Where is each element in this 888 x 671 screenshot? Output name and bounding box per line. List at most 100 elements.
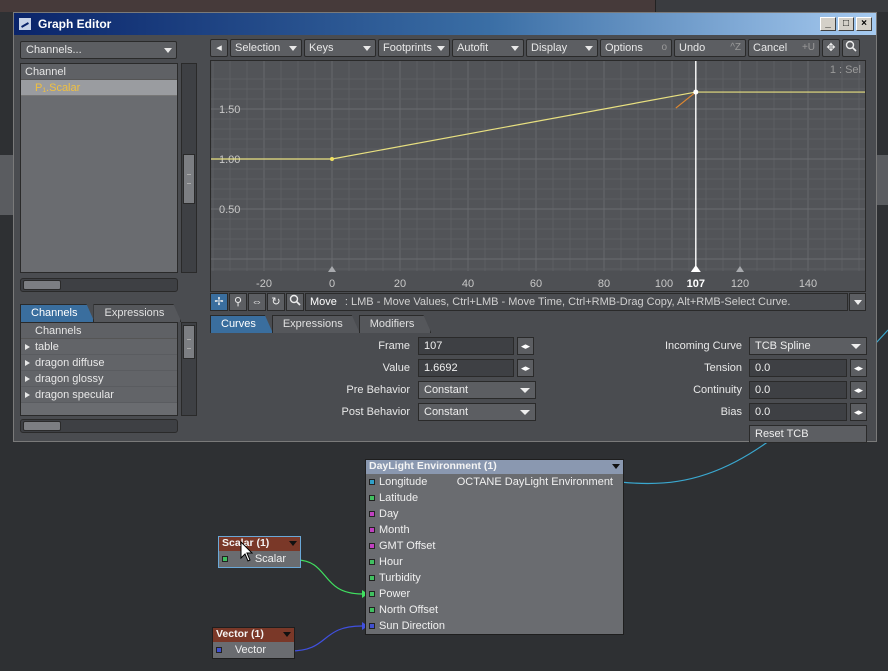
channel-list-vscroll[interactable] xyxy=(181,63,197,273)
channel-tree-vscroll[interactable] xyxy=(181,322,197,416)
value-field[interactable]: 1.6692 xyxy=(418,359,514,377)
node-input-row[interactable]: Month xyxy=(366,522,623,538)
input-port[interactable] xyxy=(369,495,375,501)
selection-menu[interactable]: Selection xyxy=(230,39,302,57)
scroll-thumb[interactable] xyxy=(23,280,61,290)
tree-item[interactable]: dragon diffuse xyxy=(21,355,177,371)
output-port[interactable] xyxy=(216,647,222,653)
input-port[interactable] xyxy=(369,623,375,629)
tree-item[interactable]: dragon glossy xyxy=(21,371,177,387)
chevron-down-icon[interactable] xyxy=(283,632,291,637)
bias-stepper[interactable]: ◂▸ xyxy=(850,403,867,421)
input-port[interactable] xyxy=(369,511,375,517)
tab-expressions[interactable]: Expressions xyxy=(93,304,181,322)
node-header[interactable]: Vector (1) xyxy=(213,628,294,642)
title-bar[interactable]: Graph Editor _ □ × xyxy=(14,13,876,35)
daylight-environment-node[interactable]: DayLight Environment (1) Longitude OCTAN… xyxy=(365,459,624,635)
continuity-field[interactable]: 0.0 xyxy=(749,381,847,399)
bias-field[interactable]: 0.0 xyxy=(749,403,847,421)
channel-list[interactable]: Channel P₁.Scalar xyxy=(20,63,178,273)
node-input-row[interactable]: Sun Direction xyxy=(366,618,623,634)
stretch-tool-icon[interactable]: ⇔ xyxy=(248,293,266,311)
node-input-row[interactable]: Longitude OCTANE DayLight Environment xyxy=(366,474,623,490)
input-label: Hour xyxy=(379,556,403,568)
node-header[interactable]: Scalar (1) xyxy=(219,537,300,551)
expand-arrow-icon[interactable] xyxy=(25,360,30,367)
chevron-down-icon[interactable] xyxy=(612,464,620,469)
minimize-button[interactable]: _ xyxy=(820,17,836,31)
tension-field[interactable]: 0.0 xyxy=(749,359,847,377)
reset-tcb-button[interactable]: Reset TCB xyxy=(749,425,867,443)
vector-node[interactable]: Vector (1) Vector xyxy=(212,627,295,659)
node-input-row[interactable]: Power xyxy=(366,586,623,602)
tab-curves[interactable]: Curves xyxy=(210,315,273,333)
curve-canvas[interactable]: 1.50 1.00 0.50 -20 0 20 40 60 80 100 107 120 140 1 : … xyxy=(196,61,876,291)
node-input-row[interactable]: Latitude xyxy=(366,490,623,506)
tension-stepper[interactable]: ◂▸ xyxy=(850,359,867,377)
expand-arrow-icon[interactable] xyxy=(25,344,30,351)
scroll-thumb[interactable] xyxy=(23,421,61,431)
tab-modifiers[interactable]: Modifiers xyxy=(359,315,432,333)
pre-behavior-select[interactable]: Constant xyxy=(418,381,536,399)
node-input-row[interactable]: Hour xyxy=(366,554,623,570)
options-button[interactable]: Options o xyxy=(600,39,672,57)
continuity-stepper[interactable]: ◂▸ xyxy=(850,381,867,399)
tree-item[interactable]: table xyxy=(21,339,177,355)
node-input-row[interactable]: Turbidity xyxy=(366,570,623,586)
output-port[interactable] xyxy=(222,556,228,562)
zoom-icon[interactable] xyxy=(842,39,860,57)
input-port[interactable] xyxy=(369,575,375,581)
input-port[interactable] xyxy=(369,591,375,597)
expand-arrow-icon[interactable] xyxy=(25,376,30,383)
add-key-tool-icon[interactable]: ⚲ xyxy=(229,293,247,311)
scalar-node[interactable]: Scalar (1) Scalar xyxy=(218,536,301,568)
channel-list-hscroll[interactable] xyxy=(20,278,178,292)
input-port[interactable] xyxy=(369,607,375,613)
channel-item[interactable]: P₁.Scalar xyxy=(21,80,177,96)
close-button[interactable]: × xyxy=(856,17,872,31)
autofit-menu[interactable]: Autofit xyxy=(452,39,524,57)
input-port[interactable] xyxy=(369,527,375,533)
input-port[interactable] xyxy=(369,543,375,549)
input-port[interactable] xyxy=(369,559,375,565)
post-behavior-select[interactable]: Constant xyxy=(418,403,536,421)
node-input-row[interactable]: North Offset xyxy=(366,602,623,618)
keys-menu[interactable]: Keys xyxy=(304,39,376,57)
move-tool-icon[interactable]: ✢ xyxy=(210,293,228,311)
graph-editor-icon xyxy=(18,17,32,31)
frame-stepper[interactable]: ◂▸ xyxy=(517,337,534,355)
channel-tree[interactable]: Channels table dragon diffuse dragon glo… xyxy=(20,322,178,416)
curve-graph[interactable]: 1.50 1.00 0.50 -20 0 20 40 60 80 100 107 120 140 1 : … xyxy=(196,60,876,292)
chevron-down-icon[interactable] xyxy=(289,541,297,546)
tab-expressions[interactable]: Expressions xyxy=(272,315,360,333)
chevron-down-icon xyxy=(437,46,445,51)
input-label: Sun Direction xyxy=(379,620,446,632)
status-dropdown[interactable] xyxy=(849,293,866,311)
incoming-curve-select[interactable]: TCB Spline xyxy=(749,337,867,355)
scroll-thumb[interactable] xyxy=(183,325,195,359)
cancel-button[interactable]: Cancel +U xyxy=(748,39,820,57)
frame-field[interactable]: 107 xyxy=(418,337,514,355)
node-input-row[interactable]: Day xyxy=(366,506,623,522)
channel-tree-hscroll[interactable] xyxy=(20,419,178,433)
value-stepper[interactable]: ◂▸ xyxy=(517,359,534,377)
output-port[interactable] xyxy=(369,479,375,485)
display-menu[interactable]: Display xyxy=(526,39,598,57)
tab-channels[interactable]: Channels xyxy=(20,304,94,322)
tree-item[interactable]: dragon specular xyxy=(21,387,177,403)
scroll-thumb[interactable] xyxy=(183,154,195,204)
expand-arrow-icon[interactable] xyxy=(25,392,30,399)
options-shortcut: o xyxy=(661,42,667,53)
move-view-icon[interactable]: ✥ xyxy=(822,39,840,57)
footprints-menu[interactable]: Footprints xyxy=(378,39,450,57)
node-input-row[interactable]: GMT Offset xyxy=(366,538,623,554)
maximize-button[interactable]: □ xyxy=(838,17,854,31)
node-header[interactable]: DayLight Environment (1) xyxy=(366,460,623,474)
channels-dropdown[interactable]: Channels... xyxy=(20,41,177,59)
undo-button[interactable]: Undo ^Z xyxy=(674,39,746,57)
node-output-row[interactable]: Vector xyxy=(213,642,294,658)
rotate-tool-icon[interactable]: ↻ xyxy=(267,293,285,311)
node-output-row[interactable]: Scalar xyxy=(219,551,300,567)
zoom-tool-icon[interactable] xyxy=(286,293,304,311)
collapse-left-icon[interactable]: ◂ xyxy=(210,39,228,57)
